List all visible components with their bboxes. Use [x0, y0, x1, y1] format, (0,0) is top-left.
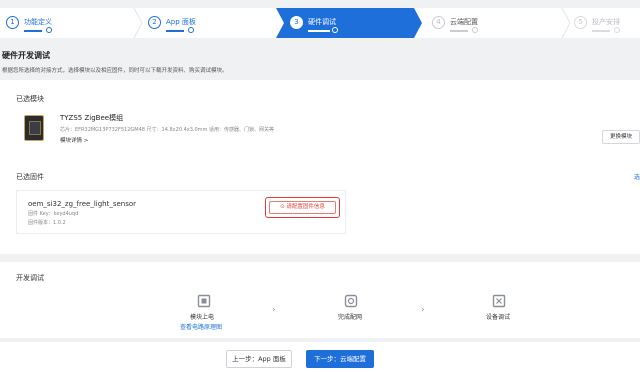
- step-label: 硬件调试: [308, 18, 336, 26]
- selected-module-title: 已选模块: [16, 95, 44, 103]
- step-progress-bar: [592, 30, 610, 32]
- configure-firmware-button[interactable]: ⊙ 请配置固件信息: [269, 201, 336, 214]
- select-firmware-link[interactable]: 选: [634, 172, 640, 181]
- progress-stepper: 1 功能定义 2 App 面板 3 硬件调试 4 云端配置 5 投产安排: [0, 8, 640, 38]
- step-number: 1: [6, 16, 19, 29]
- power-module-icon: [197, 294, 211, 308]
- step-check-icon: [614, 27, 620, 33]
- step-number: 4: [432, 16, 445, 29]
- change-module-button[interactable]: 更换模块: [602, 130, 640, 144]
- step-progress-bar: [166, 30, 184, 32]
- device-debug-icon: [492, 294, 506, 308]
- step-progress-bar: [308, 30, 330, 32]
- module-image: [24, 115, 44, 141]
- dev-step-power-on: 模块上电: [190, 314, 215, 321]
- configure-firmware-label: 请配置固件信息: [286, 204, 325, 210]
- step-label: 功能定义: [24, 18, 52, 26]
- circuit-diagram-link[interactable]: 查看电路原理图: [180, 322, 222, 331]
- step-number: 5: [574, 16, 587, 29]
- step-label: 投产安排: [592, 18, 620, 26]
- step-hardware-debug[interactable]: 3 硬件调试: [276, 8, 422, 38]
- arrow-right-icon: ›: [272, 305, 276, 315]
- dev-debug-title: 开发调试: [16, 274, 44, 282]
- step-number: 3: [290, 16, 303, 29]
- step-check-icon: [46, 27, 52, 33]
- selected-firmware-title: 已选固件: [16, 173, 44, 181]
- dev-step-device-debug: 设备调试: [486, 314, 511, 321]
- module-spec: 芯片：EFR32MG13P732F512GM48 尺寸：14.8x20.4x3.…: [60, 127, 275, 133]
- firmware-version: 固件版本：1.0.2: [28, 220, 66, 226]
- step-production[interactable]: 5 投产安排: [574, 8, 640, 38]
- page-title: 硬件开发调试: [2, 51, 50, 60]
- next-step-button[interactable]: 下一步：云端配置: [306, 350, 374, 368]
- step-progress-bar: [450, 30, 468, 32]
- page-description: 根据您所选择的对接方式，选择模块以及相应固件，同时可以下载开发资料、购买调试模块…: [2, 68, 228, 74]
- step-check-icon: [332, 27, 338, 33]
- step-function-definition[interactable]: 1 功能定义: [6, 8, 136, 38]
- previous-step-button[interactable]: 上一步：App 面板: [226, 350, 292, 368]
- step-number: 2: [148, 16, 161, 29]
- dev-step-network: 完成配网: [338, 314, 363, 321]
- network-config-icon: [344, 294, 358, 308]
- firmware-key: 固件 Key：keyd4uqd: [28, 211, 79, 217]
- firmware-name: oem_si32_zg_free_light_sensor: [28, 200, 137, 208]
- warning-icon: ⊙: [280, 204, 285, 210]
- step-check-icon: [472, 27, 478, 33]
- step-app-panel[interactable]: 2 App 面板: [148, 8, 278, 38]
- dev-debug-card: [0, 262, 640, 338]
- step-label: 云端配置: [450, 18, 478, 26]
- arrow-right-icon: ›: [421, 305, 425, 315]
- module-name: TYZS5 ZigBee模组: [60, 114, 124, 122]
- step-progress-bar: [24, 30, 42, 32]
- chevron-right-icon: [133, 8, 143, 38]
- step-check-icon: [188, 27, 194, 33]
- step-cloud-config[interactable]: 4 云端配置: [432, 8, 562, 38]
- step-label: App 面板: [166, 18, 196, 26]
- chevron-right-icon: [561, 8, 571, 38]
- module-detail-link[interactable]: 模块详情 >: [60, 136, 88, 144]
